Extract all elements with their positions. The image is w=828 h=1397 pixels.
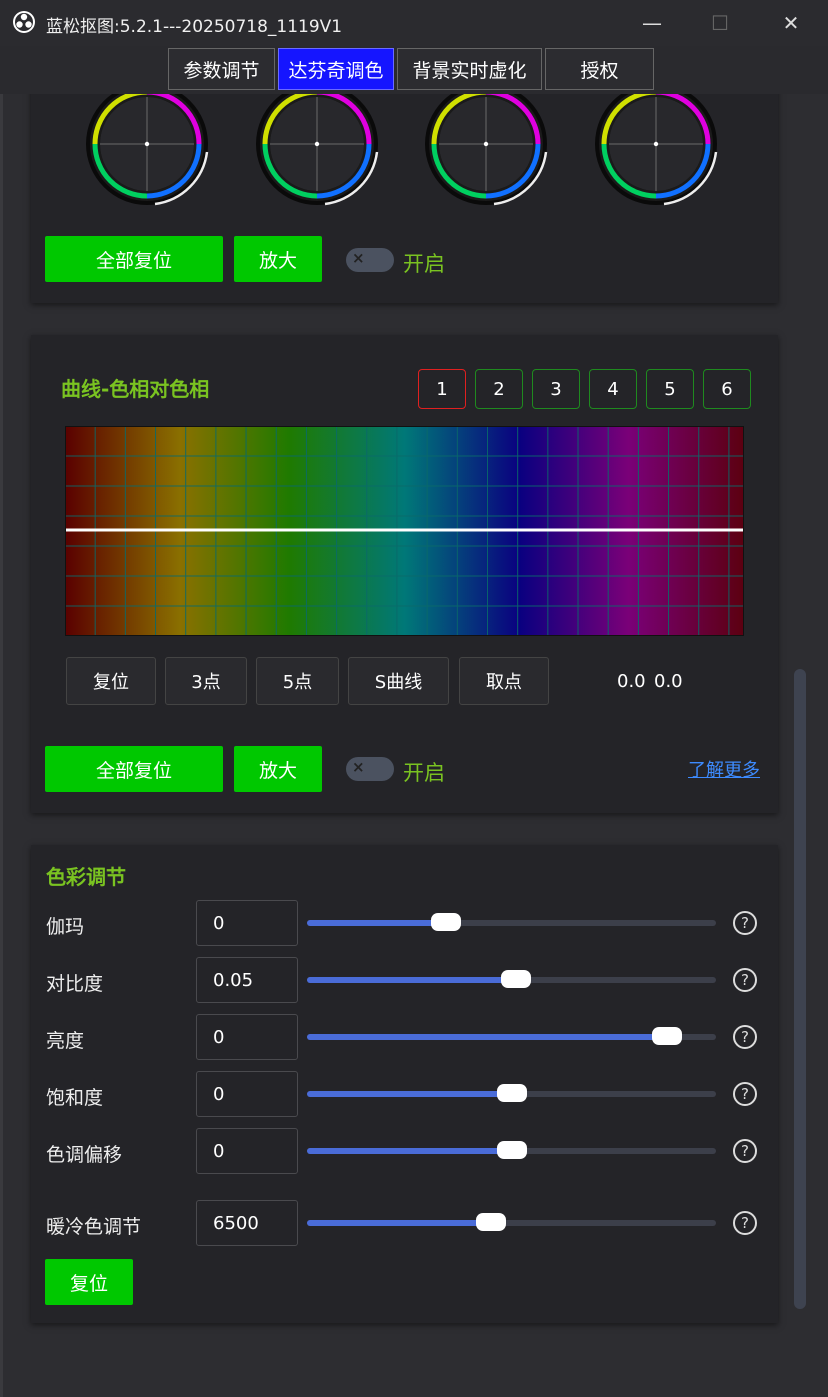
- slider-fill: [307, 977, 516, 983]
- brightness-input[interactable]: 0: [196, 1014, 298, 1060]
- readout-x: 0.0: [617, 671, 646, 692]
- gamma-slider[interactable]: [307, 913, 716, 931]
- tab-bar: 参数调节 达芬奇调色 背景实时虚化 授权: [0, 48, 828, 94]
- curve-tab-1[interactable]: 1: [418, 369, 466, 409]
- curve-zoom-button[interactable]: 放大: [234, 746, 322, 792]
- hue-shift-slider[interactable]: [307, 1141, 716, 1159]
- hue-shift-label: 色调偏移: [46, 1144, 123, 1166]
- zoom-button[interactable]: 放大: [234, 236, 322, 282]
- curve-tab-5[interactable]: 5: [646, 369, 694, 409]
- help-icon[interactable]: ?: [733, 1211, 757, 1235]
- slider-fill: [307, 1220, 492, 1226]
- close-button[interactable]: ✕: [771, 8, 811, 38]
- curve-tab-3[interactable]: 3: [532, 369, 580, 409]
- contrast-slider[interactable]: [307, 970, 716, 988]
- help-icon[interactable]: ?: [733, 1082, 757, 1106]
- help-icon[interactable]: ?: [733, 1139, 757, 1163]
- color-wheel-gain[interactable]: [424, 94, 548, 206]
- gamma-input[interactable]: 0: [196, 900, 298, 946]
- content-area: 全部复位 放大 × 开启 曲线-色相对色相 1 2 3 4 5 6 复位 3点 …: [0, 94, 828, 1397]
- color-adjust-panel: 色彩调节 伽玛 0? 对比度 0.05? 亮度 0? 饱和度 0? 色调偏移 0? 暖冷色调节 650…: [31, 845, 778, 1323]
- tab-background-blur[interactable]: 背景实时虚化: [397, 48, 542, 90]
- saturation-input[interactable]: 0: [196, 1071, 298, 1117]
- color-adjust-title: 色彩调节: [46, 865, 126, 889]
- left-border: [0, 94, 3, 1397]
- contrast-input[interactable]: 0.05: [196, 957, 298, 1003]
- color-reset-button[interactable]: 复位: [45, 1259, 133, 1305]
- three-point-button[interactable]: 3点: [165, 657, 247, 705]
- reset-all-button[interactable]: 全部复位: [45, 236, 223, 282]
- five-point-button[interactable]: 5点: [256, 657, 339, 705]
- help-icon[interactable]: ?: [733, 911, 757, 935]
- s-curve-button[interactable]: S曲线: [348, 657, 449, 705]
- brightness-label: 亮度: [46, 1030, 85, 1052]
- enable-toggle[interactable]: ×: [346, 248, 394, 272]
- saturation-slider[interactable]: [307, 1084, 716, 1102]
- app-logo-icon: [13, 11, 35, 33]
- gamma-label: 伽玛: [46, 916, 85, 938]
- toggle-off-icon: ×: [352, 249, 365, 267]
- slider-fill: [307, 1034, 667, 1040]
- curve-tab-6[interactable]: 6: [703, 369, 751, 409]
- slider-fill: [307, 1091, 512, 1097]
- hue-curve-editor[interactable]: [65, 426, 744, 636]
- maximize-button[interactable]: ☐: [700, 8, 740, 38]
- brightness-slider[interactable]: [307, 1027, 716, 1045]
- help-icon[interactable]: ?: [733, 968, 757, 992]
- title-bar: 蓝松抠图:5.2.1---20250718_1119V1 — ☐ ✕: [0, 0, 828, 46]
- slider-fill: [307, 920, 447, 926]
- temperature-slider[interactable]: [307, 1213, 716, 1231]
- help-icon[interactable]: ?: [733, 1025, 757, 1049]
- tab-license[interactable]: 授权: [545, 48, 654, 90]
- slider-thumb[interactable]: [496, 1141, 527, 1159]
- curve-title: 曲线-色相对色相: [61, 377, 210, 401]
- color-wheel-lift[interactable]: [85, 94, 209, 206]
- minimize-button[interactable]: —: [632, 8, 672, 38]
- color-wheels-panel: 全部复位 放大 × 开启: [31, 94, 778, 303]
- color-wheel-offset[interactable]: [594, 94, 718, 206]
- contrast-label: 对比度: [46, 973, 104, 995]
- temperature-label: 暖冷色调节: [46, 1216, 142, 1238]
- curve-enable-toggle[interactable]: ×: [346, 757, 394, 781]
- slider-thumb[interactable]: [476, 1213, 507, 1231]
- slider-thumb[interactable]: [431, 913, 462, 931]
- slider-thumb[interactable]: [500, 970, 531, 988]
- readout-y: 0.0: [654, 671, 683, 692]
- hue-shift-input[interactable]: 0: [196, 1128, 298, 1174]
- curve-reset-all-button[interactable]: 全部复位: [45, 746, 223, 792]
- enable-label: 开启: [403, 252, 445, 276]
- slider-thumb[interactable]: [651, 1027, 682, 1045]
- curve-tab-2[interactable]: 2: [475, 369, 523, 409]
- curve-tab-4[interactable]: 4: [589, 369, 637, 409]
- toggle-off-icon: ×: [352, 758, 365, 776]
- curve-enable-label: 开启: [403, 761, 445, 785]
- curve-reset-button[interactable]: 复位: [66, 657, 156, 705]
- hue-curve-panel: 曲线-色相对色相 1 2 3 4 5 6 复位 3点 5点 S曲线 取点 0.0…: [31, 335, 778, 813]
- slider-fill: [307, 1148, 512, 1154]
- learn-more-link[interactable]: 了解更多: [688, 756, 760, 782]
- color-wheel-gamma[interactable]: [255, 94, 379, 206]
- window-title: 蓝松抠图:5.2.1---20250718_1119V1: [46, 17, 343, 37]
- temperature-input[interactable]: 6500: [196, 1200, 298, 1246]
- scrollbar[interactable]: [794, 669, 806, 1309]
- tab-davinci[interactable]: 达芬奇调色: [278, 48, 394, 90]
- pick-point-button[interactable]: 取点: [459, 657, 549, 705]
- slider-thumb[interactable]: [496, 1084, 527, 1102]
- tab-params[interactable]: 参数调节: [168, 48, 275, 90]
- saturation-label: 饱和度: [46, 1087, 104, 1109]
